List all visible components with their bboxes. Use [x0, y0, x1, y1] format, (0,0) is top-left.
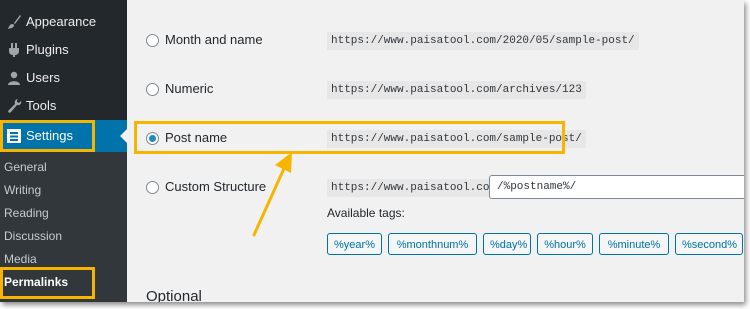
sidebar-item-appearance[interactable]: Appearance [0, 8, 127, 36]
permalinks-highlight-box [0, 267, 95, 299]
submenu-item-discussion[interactable]: Discussion [4, 229, 62, 243]
example-url-numeric: https://www.paisatool.com/archives/123 [327, 81, 586, 99]
tag-button-minute[interactable]: %minute% [599, 233, 669, 255]
custom-structure-input[interactable] [489, 175, 744, 199]
sidebar-item-label: Plugins [26, 42, 69, 57]
tag-button-year[interactable]: %year% [327, 233, 382, 255]
post-name-highlight-box [134, 121, 565, 154]
users-icon [6, 70, 22, 86]
wrench-icon [6, 98, 22, 114]
submenu-item-writing[interactable]: Writing [4, 183, 41, 197]
sidebar-item-users[interactable]: Users [0, 64, 127, 92]
sidebar-item-tools[interactable]: Tools [0, 92, 127, 120]
submenu-item-reading[interactable]: Reading [4, 206, 49, 220]
tag-button-second[interactable]: %second% [675, 233, 743, 255]
option-label-numeric[interactable]: Numeric [165, 81, 213, 97]
sidebar-item-plugins[interactable]: Plugins [0, 36, 127, 64]
example-url-month-and-name: https://www.paisatool.com/2020/05/sample… [327, 32, 639, 50]
sidebar-item-label: Tools [26, 98, 57, 113]
tag-button-day[interactable]: %day% [483, 233, 531, 255]
radio-numeric[interactable] [146, 83, 159, 96]
annotation-arrow-icon [252, 152, 292, 237]
submenu-item-media[interactable]: Media [4, 252, 37, 266]
tag-button-hour[interactable]: %hour% [537, 233, 593, 255]
settings-highlight-box [0, 120, 95, 152]
plug-icon [6, 42, 22, 58]
sidebar-item-label: Appearance [26, 14, 97, 29]
optional-section-heading: Optional [146, 288, 202, 302]
radio-month-and-name[interactable] [146, 34, 159, 47]
paintbrush-icon [6, 14, 22, 30]
custom-structure-prefix: https://www.paisatool.com [327, 179, 501, 197]
tag-button-monthnum[interactable]: %monthnum% [388, 233, 477, 255]
sidebar-item-label: Users [26, 70, 60, 85]
available-tags-label: Available tags: [327, 206, 405, 220]
option-label-month-and-name[interactable]: Month and name [165, 32, 263, 48]
radio-custom-structure[interactable] [146, 181, 159, 194]
wordpress-admin-window: Appearance Plugins Users Tools Settings [0, 0, 744, 302]
submenu-item-general[interactable]: General [4, 160, 47, 174]
